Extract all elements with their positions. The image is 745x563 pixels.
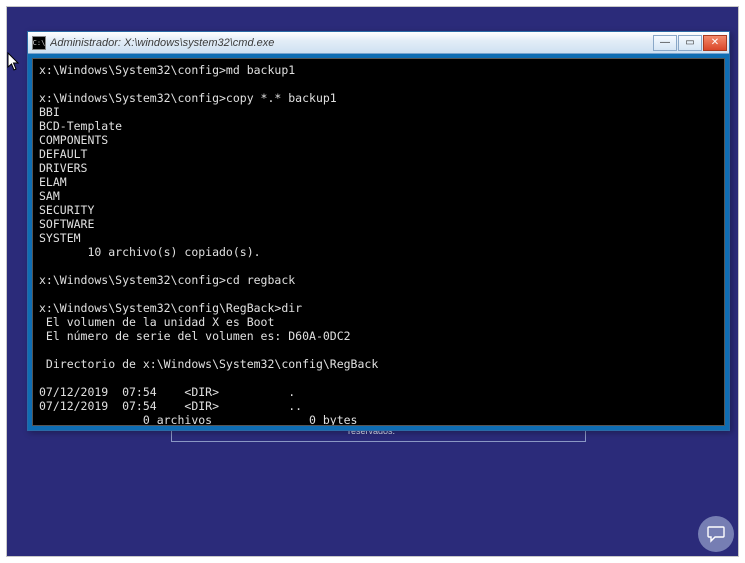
terminal-line: BBI [39, 105, 60, 119]
terminal-line: ELAM [39, 175, 67, 189]
chat-widget-icon[interactable] [698, 516, 734, 552]
terminal-line: SECURITY [39, 203, 94, 217]
cmd-icon: C:\ [32, 36, 46, 50]
terminal-line: DRIVERS [39, 161, 87, 175]
title-bar[interactable]: C:\ Administrador: X:\windows\system32\c… [28, 32, 729, 54]
terminal-line: 10 archivo(s) copiado(s). [39, 245, 261, 259]
close-button[interactable]: ✕ [703, 35, 727, 51]
terminal-line: x:\Windows\System32\config>md backup1 [39, 63, 295, 77]
terminal-line: Directorio de x:\Windows\System32\config… [39, 357, 378, 371]
window-title: Administrador: X:\windows\system32\cmd.e… [50, 37, 653, 49]
terminal-line: 0 archivos 0 bytes [39, 413, 358, 426]
terminal-line: x:\Windows\System32\config>copy *.* back… [39, 91, 337, 105]
minimize-button[interactable]: — [653, 35, 677, 51]
terminal-line: El número de serie del volumen es: D60A-… [39, 329, 351, 343]
desktop-background: © 2020 Microsoft Corporation. Todos los … [7, 7, 738, 556]
window-buttons: — ▭ ✕ [653, 35, 727, 51]
mouse-cursor-icon [7, 52, 21, 72]
terminal-line: 07/12/2019 07:54 <DIR> .. [39, 399, 302, 413]
speech-bubble-icon [706, 524, 726, 544]
cmd-window: C:\ Administrador: X:\windows\system32\c… [27, 31, 730, 431]
terminal-line: El volumen de la unidad X es Boot [39, 315, 274, 329]
maximize-button[interactable]: ▭ [678, 35, 702, 51]
terminal-output[interactable]: x:\Windows\System32\config>md backup1 x:… [32, 58, 725, 426]
terminal-line: x:\Windows\System32\config\RegBack>dir [39, 301, 302, 315]
terminal-line: BCD-Template [39, 119, 122, 133]
terminal-line: x:\Windows\System32\config>cd regback [39, 273, 295, 287]
terminal-line: COMPONENTS [39, 133, 108, 147]
terminal-line: SOFTWARE [39, 217, 94, 231]
terminal-line: SYSTEM [39, 231, 81, 245]
terminal-line: SAM [39, 189, 60, 203]
terminal-line: 07/12/2019 07:54 <DIR> . [39, 385, 295, 399]
screenshot-frame: © 2020 Microsoft Corporation. Todos los … [6, 6, 739, 557]
terminal-line: DEFAULT [39, 147, 87, 161]
